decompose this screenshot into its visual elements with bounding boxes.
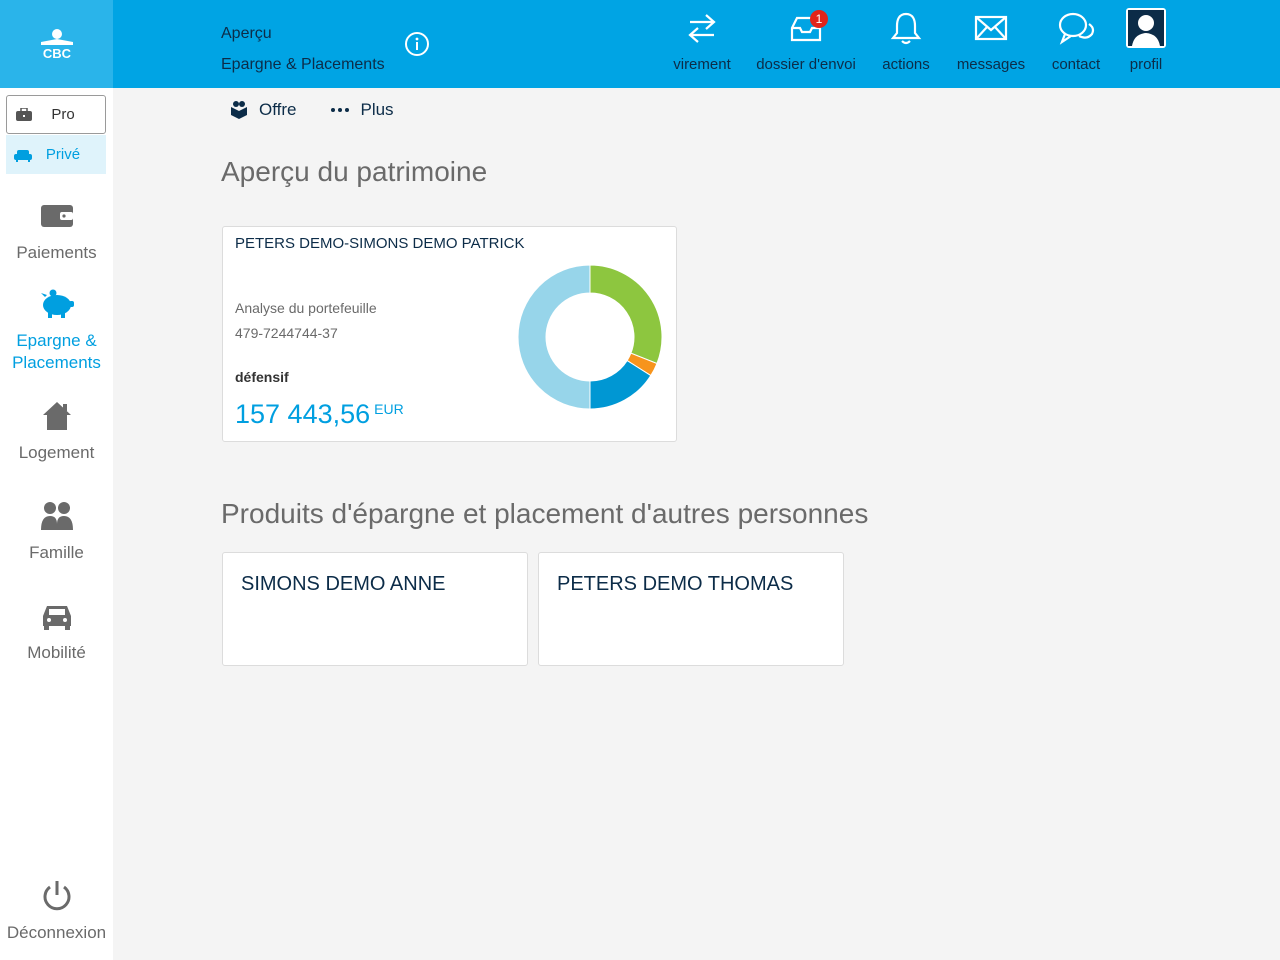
- sidebar-item-famille[interactable]: Famille: [0, 496, 113, 564]
- page-title: Aperçu du patrimoine: [221, 156, 488, 187]
- others-section-title: Produits d'épargne et placement d'autres…: [221, 498, 869, 529]
- portfolio-card[interactable]: PETERS DEMO-SIMONS DEMO PATRICK Analyse …: [222, 226, 677, 442]
- logout-label: Déconnexion: [6, 923, 107, 942]
- portfolio-donut-chart: [517, 264, 663, 410]
- amount-currency: EUR: [374, 401, 404, 417]
- nav-messages[interactable]: messages: [954, 8, 1028, 80]
- bell-icon: [890, 12, 922, 45]
- car-icon: [42, 606, 71, 630]
- sidebar-item-label: Epargne & Placements: [12, 331, 101, 372]
- person-name: PETERS DEMO THOMAS: [557, 573, 794, 595]
- nav-label: contact: [1051, 56, 1101, 73]
- plus-label: Plus: [360, 100, 394, 119]
- segment-pro[interactable]: Pro: [6, 95, 106, 134]
- risk-profile: défensif: [235, 369, 289, 385]
- sidebar-item-logement[interactable]: Logement: [0, 396, 113, 464]
- wallet-icon: [40, 205, 73, 227]
- sidebar-item-label: Mobilité: [27, 643, 86, 662]
- nav-dossier-envoi[interactable]: 1 dossier d'envoi: [752, 8, 860, 80]
- person-card[interactable]: PETERS DEMO THOMAS: [538, 552, 844, 666]
- donut-slice: [589, 264, 663, 365]
- sidebar-item-mobilite[interactable]: Mobilité: [0, 596, 113, 664]
- breadcrumb-parent[interactable]: Aperçu: [221, 18, 385, 49]
- logo-text: CBC: [42, 46, 71, 60]
- sidebar-item-label: Famille: [29, 543, 84, 562]
- breadcrumb-current: Epargne & Placements: [221, 56, 385, 73]
- offre-link[interactable]: Offre: [229, 100, 296, 120]
- portfolio-amount: 157 443,56 EUR: [235, 399, 404, 430]
- sidebar-item-paiements[interactable]: Paiements: [0, 196, 113, 264]
- nav-label: actions: [882, 56, 930, 73]
- logout-button[interactable]: Déconnexion: [0, 876, 113, 944]
- envelope-icon: [974, 15, 1008, 41]
- nav-label: virement: [673, 56, 731, 73]
- chat-icon: [1058, 12, 1095, 45]
- more-dots-icon: [331, 108, 350, 112]
- notification-badge: 1: [810, 10, 828, 28]
- offre-label: Offre: [259, 100, 297, 119]
- person-name: SIMONS DEMO ANNE: [241, 573, 446, 595]
- family-icon: [40, 502, 73, 530]
- plus-menu[interactable]: Plus: [330, 100, 394, 120]
- info-icon[interactable]: [404, 31, 430, 57]
- house-icon: [42, 402, 71, 430]
- account-number: 479-7244744-37: [235, 325, 338, 341]
- sidebar: Pro Privé Paiements Epargne & Placements: [0, 88, 113, 960]
- cbc-logo[interactable]: CBC: [0, 0, 113, 88]
- segment-label: Pro: [51, 106, 75, 123]
- sidebar-item-label: Logement: [18, 443, 95, 462]
- user-icon: [1126, 8, 1166, 48]
- segment-label: Privé: [45, 146, 81, 163]
- sidebar-item-label: Paiements: [16, 243, 97, 262]
- amount-value: 157 443,56: [235, 399, 371, 429]
- sofa-icon: [14, 149, 32, 162]
- breadcrumb: Aperçu Epargne & Placements: [221, 18, 385, 80]
- gift-icon: [231, 101, 247, 119]
- nav-label: profil: [1129, 56, 1163, 73]
- top-bar: CBC Aperçu Epargne & Placements virement…: [0, 0, 1280, 88]
- cbc-logo-icon: CBC: [40, 29, 73, 60]
- nav-contact[interactable]: contact: [1046, 8, 1106, 80]
- person-card[interactable]: SIMONS DEMO ANNE: [222, 552, 528, 666]
- power-icon: [43, 881, 70, 911]
- nav-label: dossier d'envoi: [756, 56, 856, 73]
- donut-slice: [517, 264, 591, 410]
- nav-virement[interactable]: virement: [672, 8, 732, 80]
- transfer-icon: [688, 14, 716, 43]
- portfolio-type: Analyse du portefeuille: [235, 300, 377, 316]
- portfolio-holder: PETERS DEMO-SIMONS DEMO PATRICK: [235, 235, 525, 252]
- nav-actions[interactable]: actions: [876, 8, 936, 80]
- segment-prive[interactable]: Privé: [6, 135, 106, 174]
- nav-profil[interactable]: profil: [1120, 8, 1172, 80]
- piggy-bank-icon: [40, 289, 74, 318]
- briefcase-icon: [16, 107, 32, 121]
- sidebar-item-epargne[interactable]: Epargne & Placements: [0, 284, 113, 374]
- nav-label: messages: [956, 56, 1026, 73]
- sub-navigation: Offre Plus: [229, 100, 428, 120]
